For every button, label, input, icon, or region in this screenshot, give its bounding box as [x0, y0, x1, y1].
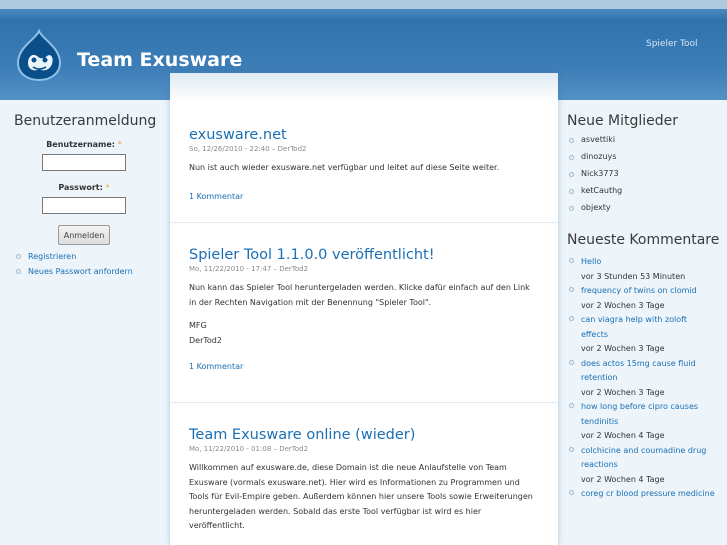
login-button[interactable]: Anmelden: [58, 225, 110, 245]
node-article: Team Exusware online (wieder) Mo, 11/22/…: [170, 403, 558, 545]
comment-item: does actos 15mg cause fluid retention vor…: [567, 357, 727, 401]
new-members-list: asvettiki dinozuys Nick3773 ketCauthg ob…: [567, 135, 727, 220]
member-item[interactable]: asvettiki: [567, 135, 727, 152]
node-body: Nun kann das Spieler Tool heruntergelade…: [189, 283, 530, 307]
content-top-gradient: [170, 73, 558, 103]
bullet-icon: [569, 138, 574, 143]
drupal-logo-icon[interactable]: [16, 29, 62, 81]
nav-link-spieler-tool[interactable]: Spieler Tool: [646, 39, 698, 49]
request-password-link[interactable]: Neues Passwort anfordern: [14, 267, 154, 282]
bullet-icon: [569, 359, 574, 365]
main-content: exusware.net So, 12/26/2010 - 22:40 – De…: [170, 73, 558, 545]
username-label: Benutzername: *: [46, 140, 122, 149]
node-title[interactable]: Team Exusware online (wieder): [189, 427, 539, 443]
bullet-icon: [569, 316, 574, 321]
recent-comments-list: Hello vor 3 Stunden 53 Minuten frequency …: [567, 255, 727, 502]
comment-item: Hello vor 3 Stunden 53 Minuten: [567, 255, 727, 284]
new-members-title: Neue Mitglieder: [567, 113, 679, 129]
bullet-icon: [569, 155, 574, 160]
comment-count-link[interactable]: 1 Kommentar: [189, 192, 539, 201]
node-meta: Mo, 11/22/2010 - 17:47 – DerTod2: [189, 265, 309, 273]
node-meta: Mo, 11/22/2010 - 01:08 – DerTod2: [189, 445, 309, 453]
bullet-icon: [569, 403, 574, 408]
register-link[interactable]: Registrieren: [14, 252, 154, 267]
bullet-icon: [569, 172, 574, 177]
node-article: Spieler Tool 1.1.0.0 veröffentlicht! Mo,…: [170, 223, 558, 403]
comment-item: how long before cipro causes tendinitis v…: [567, 400, 727, 444]
node-meta: So, 12/26/2010 - 22:40 – DerTod2: [189, 145, 307, 153]
bullet-icon: [569, 446, 574, 452]
bullet-icon: [569, 287, 574, 292]
node-body: Willkommen auf exusware.de, diese Domain…: [189, 463, 533, 530]
login-title: Benutzeranmeldung: [14, 113, 157, 129]
site-name[interactable]: Team Exusware: [77, 49, 242, 71]
comment-item: can viagra help with zoloft effects vor 2…: [567, 313, 727, 357]
bullet-icon: [569, 490, 574, 495]
bullet-icon: [16, 269, 21, 274]
required-mark: *: [117, 140, 122, 149]
bullet-icon: [16, 254, 21, 259]
member-item[interactable]: ketCauthg: [567, 186, 727, 203]
recent-comments-title: Neueste Kommentare: [567, 232, 720, 248]
member-item[interactable]: Nick3773: [567, 169, 727, 186]
member-item[interactable]: objexty: [567, 203, 727, 220]
node-signature: MFG DerTod2: [189, 321, 222, 345]
bullet-icon: [569, 189, 574, 194]
member-item[interactable]: dinozuys: [567, 152, 727, 169]
bullet-icon: [569, 206, 574, 211]
bullet-icon: [569, 258, 574, 263]
login-block: Benutzeranmeldung Benutzername: * Passwo…: [14, 113, 157, 282]
comment-item: colchicine and coumadine drug reactions v…: [567, 444, 727, 488]
username-input[interactable]: [42, 154, 126, 171]
comment-item: coreg cr blood pressure medicine: [567, 487, 727, 502]
password-label: Passwort: *: [58, 183, 110, 192]
comment-count-link[interactable]: 1 Kommentar: [189, 362, 539, 371]
right-sidebar: Neue Mitglieder asvettiki dinozuys Nick3…: [567, 113, 727, 502]
required-mark: *: [105, 183, 110, 192]
node-article: exusware.net So, 12/26/2010 - 22:40 – De…: [170, 103, 558, 223]
node-body: Nun ist auch wieder exusware.net verfügb…: [189, 163, 500, 172]
node-title[interactable]: Spieler Tool 1.1.0.0 veröffentlicht!: [189, 247, 539, 263]
password-input[interactable]: [42, 197, 126, 214]
node-title[interactable]: exusware.net: [189, 127, 539, 143]
comment-item: frequency of twins on clomid vor 2 Wochen…: [567, 284, 727, 313]
